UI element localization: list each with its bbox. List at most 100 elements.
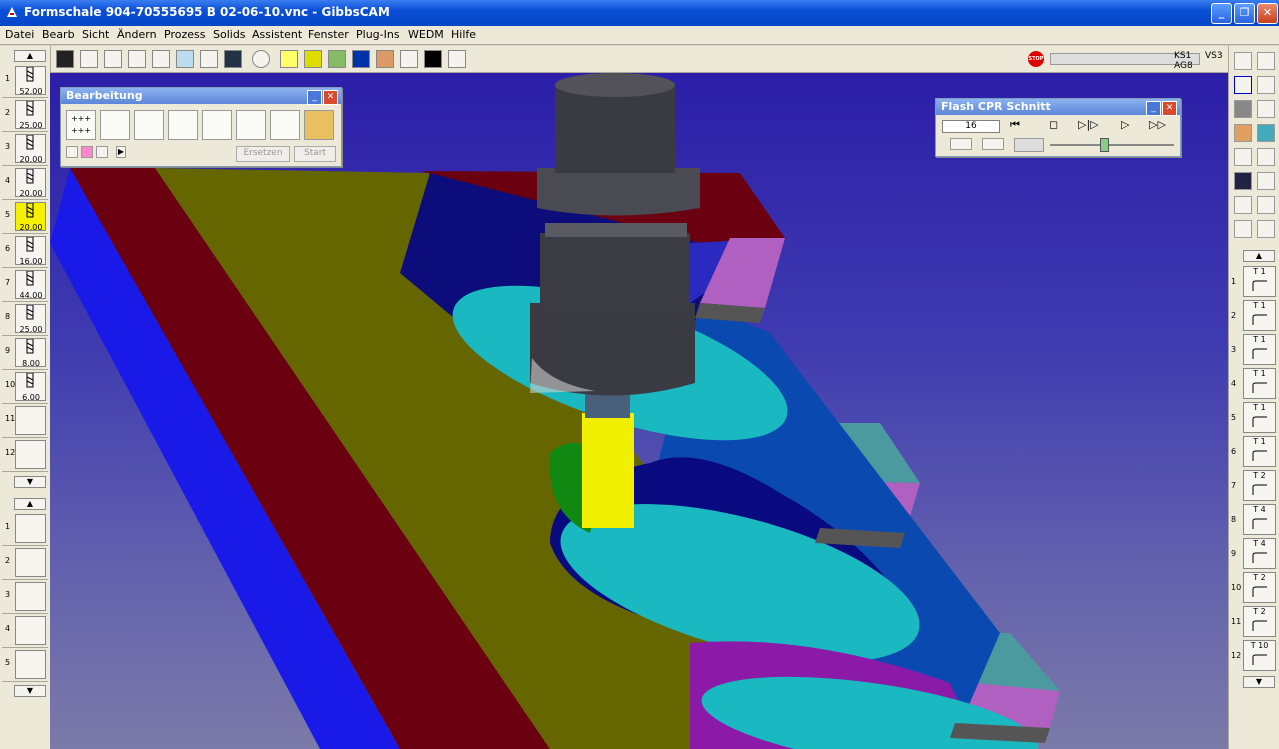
speed-slider-thumb[interactable] bbox=[1100, 138, 1109, 152]
play-button[interactable]: ▷ bbox=[1121, 118, 1129, 131]
green-solid-icon[interactable] bbox=[328, 50, 346, 68]
menu-plugins[interactable]: Plug-Ins bbox=[356, 28, 400, 41]
tool-slot-11[interactable]: 11 bbox=[2, 404, 48, 438]
operation-slot-4[interactable]: 4 T 1 bbox=[1231, 367, 1279, 400]
tool-slot-6[interactable]: 6 16.00 bbox=[2, 234, 48, 268]
rough-button[interactable] bbox=[236, 110, 266, 140]
surface-button[interactable] bbox=[168, 110, 198, 140]
geometry-icon[interactable] bbox=[1234, 76, 1252, 94]
arc-icon[interactable] bbox=[224, 50, 242, 68]
text-icon[interactable] bbox=[80, 50, 98, 68]
corner-icon[interactable] bbox=[1257, 100, 1275, 118]
menu-datei[interactable]: Datei bbox=[5, 28, 34, 41]
operation-slot-11[interactable]: 11 T 2 bbox=[1231, 605, 1279, 638]
line-tool-icon[interactable] bbox=[400, 50, 418, 68]
menu-fenster[interactable]: Fenster bbox=[308, 28, 349, 41]
copy-doc-icon[interactable] bbox=[1257, 52, 1275, 70]
modify-icon[interactable] bbox=[1257, 196, 1275, 214]
tool-slot-2[interactable]: 2 25.00 bbox=[2, 98, 48, 132]
shaded-icon[interactable] bbox=[128, 50, 146, 68]
3d-viewport[interactable]: Bearbeitung _ ✕ +++ +++ ▶ Ersetzen Start… bbox=[50, 73, 1228, 749]
stop-icon[interactable]: STOP bbox=[1028, 51, 1044, 67]
solid-face-icon[interactable] bbox=[1257, 124, 1275, 142]
op-scroll-up-button[interactable]: ▲ bbox=[1243, 250, 1275, 262]
menu-solids[interactable]: Solids bbox=[213, 28, 246, 41]
step-field[interactable]: 16 bbox=[942, 120, 1000, 133]
yellow-solid-icon[interactable] bbox=[304, 50, 322, 68]
tool-slot-4[interactable]: 4 20.00 bbox=[2, 166, 48, 200]
lower-scroll-down-button[interactable]: ▼ bbox=[14, 685, 46, 697]
lower-slot-box[interactable] bbox=[15, 616, 46, 645]
cursor-icon[interactable] bbox=[176, 50, 194, 68]
tool-slot-12[interactable]: 12 bbox=[2, 438, 48, 472]
flash-mode-3-icon[interactable] bbox=[1014, 138, 1044, 152]
minimize-button[interactable]: _ bbox=[1211, 3, 1232, 24]
tool-scroll-up-button[interactable]: ▲ bbox=[14, 50, 46, 62]
solid-colors-icon[interactable] bbox=[200, 50, 218, 68]
lower-slot-box[interactable] bbox=[15, 514, 46, 543]
lower-slot-3[interactable]: 3 bbox=[2, 580, 48, 614]
lower-slot-box[interactable] bbox=[15, 582, 46, 611]
workgroup-icon[interactable] bbox=[1257, 172, 1275, 190]
thread-button[interactable] bbox=[202, 110, 232, 140]
select-frame-icon[interactable] bbox=[56, 50, 74, 68]
drill-points-button[interactable]: +++ +++ bbox=[66, 110, 96, 140]
tool-slot-7[interactable]: 7 44.00 bbox=[2, 268, 48, 302]
start-button[interactable]: Start bbox=[294, 146, 336, 162]
dropdown-tool-icon[interactable] bbox=[424, 50, 442, 68]
menu-hilfe[interactable]: Hilfe bbox=[451, 28, 476, 41]
operation-slot-8[interactable]: 8 T 4 bbox=[1231, 503, 1279, 536]
fast-forward-button[interactable]: ▷▷ bbox=[1149, 118, 1166, 131]
operation-slot-3[interactable]: 3 T 1 bbox=[1231, 333, 1279, 366]
operation-slot-5[interactable]: 5 T 1 bbox=[1231, 401, 1279, 434]
tool-slot-5[interactable]: 5 20.00 bbox=[2, 200, 48, 234]
tool-slot-9[interactable]: 9 8.00 bbox=[2, 336, 48, 370]
render-icon[interactable] bbox=[1234, 148, 1252, 166]
menu-prozess[interactable]: Prozess bbox=[164, 28, 205, 41]
lower-slot-1[interactable]: 1 bbox=[2, 512, 48, 546]
expand-arrow-icon[interactable]: ▶ bbox=[116, 146, 126, 158]
finish-button[interactable] bbox=[270, 110, 300, 140]
pointer-icon[interactable] bbox=[280, 50, 298, 68]
op-small-3-icon[interactable] bbox=[96, 146, 108, 158]
help-pointer-icon[interactable] bbox=[448, 50, 466, 68]
stock-icon[interactable] bbox=[376, 50, 394, 68]
menu-wedm[interactable]: WEDM bbox=[408, 28, 444, 41]
flash-minimize-button[interactable]: _ bbox=[1146, 101, 1161, 116]
pocket-button[interactable] bbox=[134, 110, 164, 140]
menu-aendern[interactable]: Ändern bbox=[117, 28, 157, 41]
lower-scroll-up-button[interactable]: ▲ bbox=[14, 498, 46, 510]
menu-sicht[interactable]: Sicht bbox=[82, 28, 109, 41]
tool-box[interactable] bbox=[15, 440, 46, 469]
lower-slot-5[interactable]: 5 bbox=[2, 648, 48, 682]
op-small-1-icon[interactable] bbox=[66, 146, 78, 158]
tool-box[interactable] bbox=[15, 406, 46, 435]
contour-button[interactable] bbox=[100, 110, 130, 140]
operation-slot-2[interactable]: 2 T 1 bbox=[1231, 299, 1279, 332]
axes-icon[interactable] bbox=[1257, 76, 1275, 94]
lower-slot-box[interactable] bbox=[15, 548, 46, 577]
tool-slot-8[interactable]: 8 25.00 bbox=[2, 302, 48, 336]
point-icon[interactable] bbox=[152, 50, 170, 68]
replace-button[interactable]: Ersetzen bbox=[236, 146, 290, 162]
close-button[interactable]: ✕ bbox=[1257, 3, 1278, 24]
tool-slot-10[interactable]: 10 6.00 bbox=[2, 370, 48, 404]
maximize-button[interactable]: ❐ bbox=[1234, 3, 1255, 24]
operation-slot-7[interactable]: 7 T 2 bbox=[1231, 469, 1279, 502]
gradient-tool-button[interactable] bbox=[304, 110, 334, 140]
op-small-2-icon[interactable] bbox=[81, 146, 93, 158]
circles-icon[interactable] bbox=[252, 50, 270, 68]
menu-bearb[interactable]: Bearb bbox=[42, 28, 75, 41]
stop-playback-button[interactable]: ◻ bbox=[1049, 118, 1058, 131]
sheet-icon[interactable] bbox=[1234, 172, 1252, 190]
operation-slot-9[interactable]: 9 T 4 bbox=[1231, 537, 1279, 570]
operation-slot-12[interactable]: 12 T 10 bbox=[1231, 639, 1279, 672]
tool-icon[interactable] bbox=[1234, 100, 1252, 118]
lower-slot-4[interactable]: 4 bbox=[2, 614, 48, 648]
lower-slot-box[interactable] bbox=[15, 650, 46, 679]
new-doc-icon[interactable] bbox=[1234, 52, 1252, 70]
bearbeitung-minimize-button[interactable]: _ bbox=[307, 90, 322, 105]
flash-mode-1-icon[interactable] bbox=[950, 138, 972, 150]
cube-icon[interactable] bbox=[1257, 148, 1275, 166]
menu-assistent[interactable]: Assistent bbox=[252, 28, 302, 41]
